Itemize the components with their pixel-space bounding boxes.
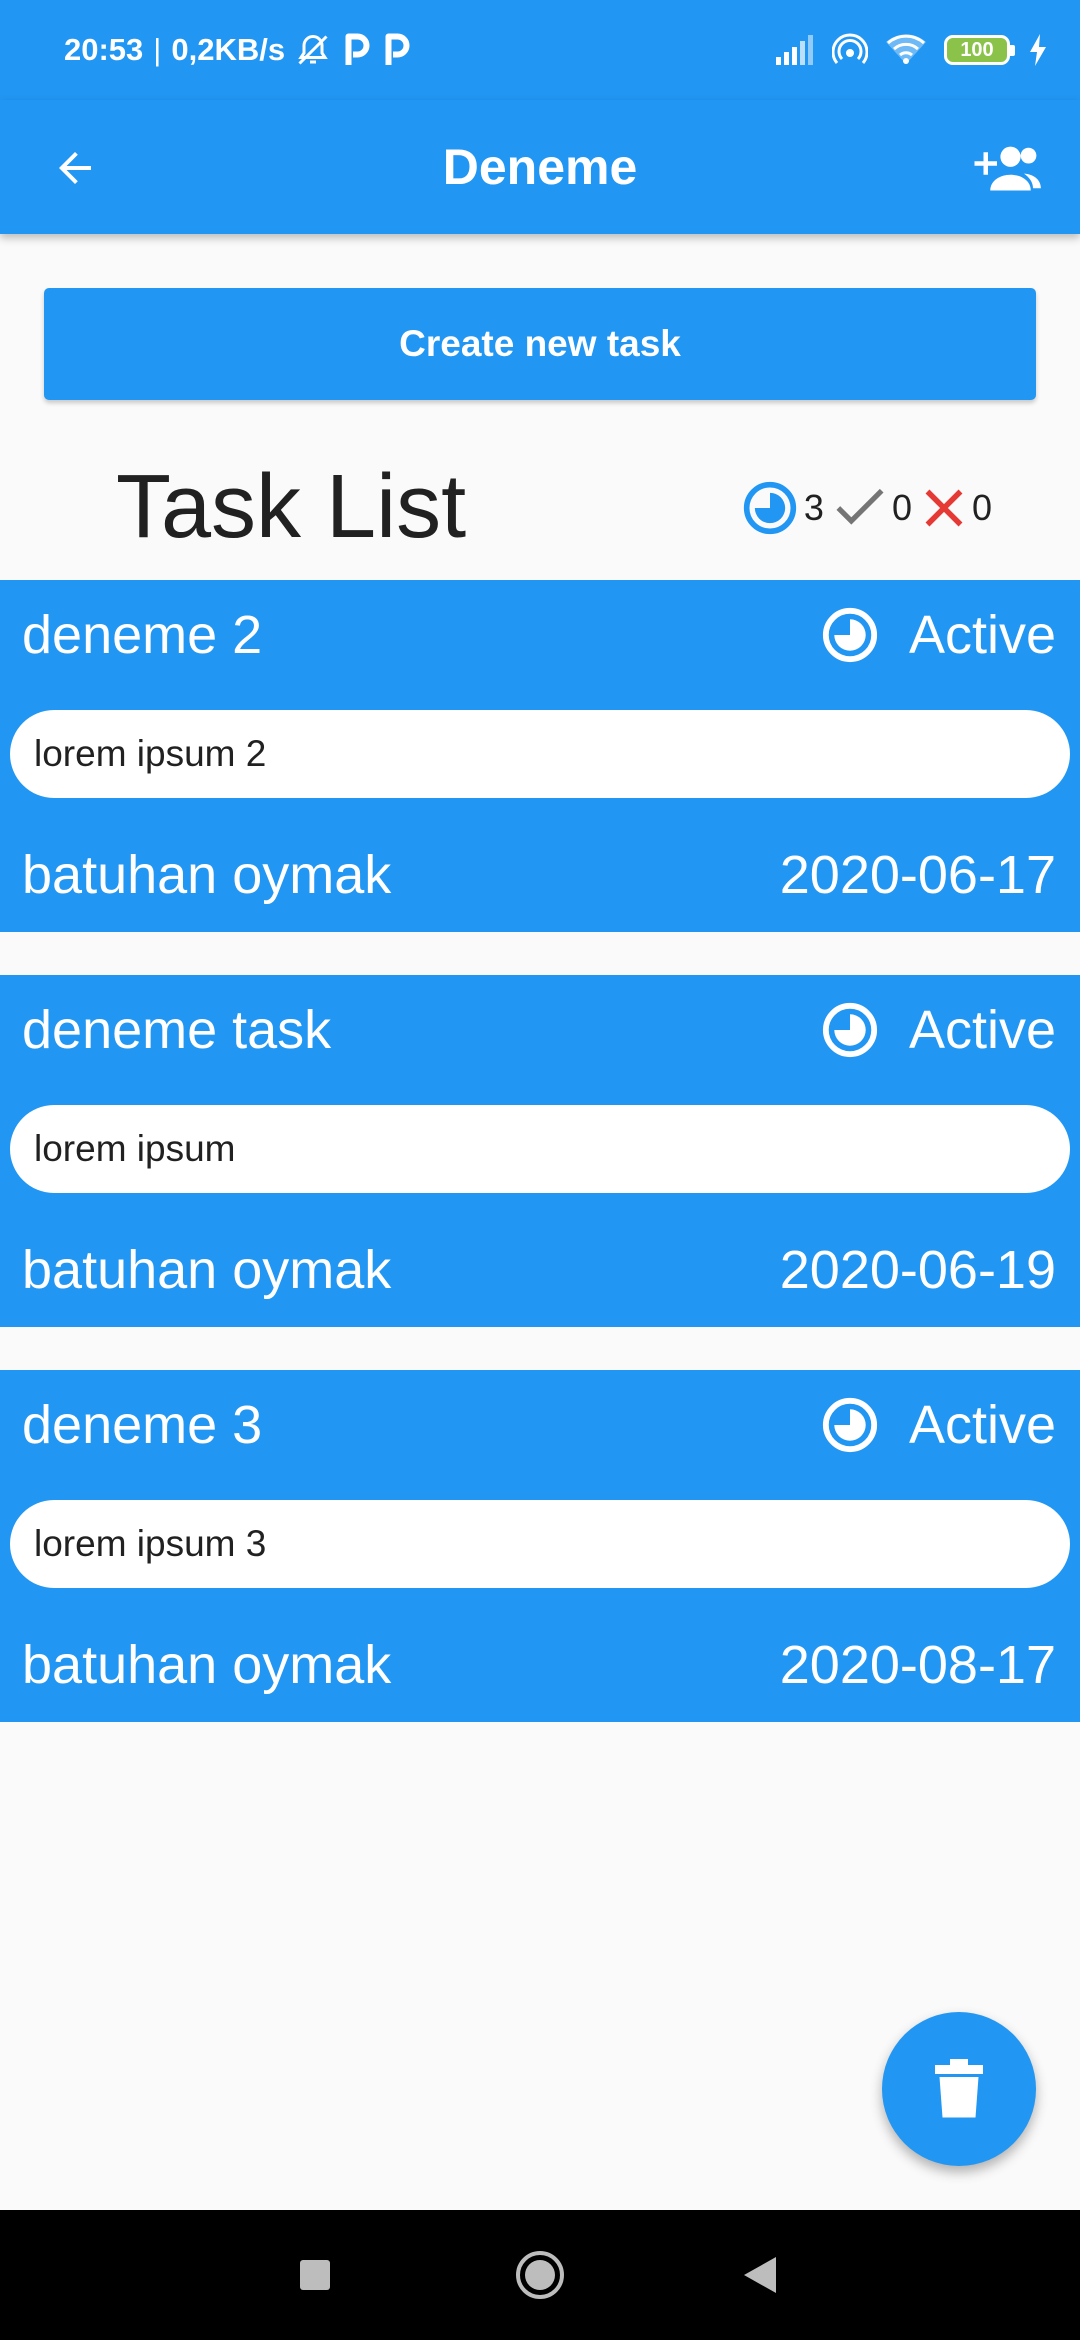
active-pie-icon — [742, 480, 798, 536]
recents-square-icon — [300, 2260, 330, 2290]
home-button[interactable] — [505, 2240, 575, 2310]
task-counts: 3 0 0 — [742, 476, 1002, 540]
task-title: deneme 2 — [22, 605, 263, 665]
arrow-left-icon — [59, 152, 91, 184]
hotspot-icon — [832, 33, 868, 67]
task-date: 2020-08-17 — [779, 1635, 1056, 1695]
task-owner: batuhan oymak — [22, 845, 392, 905]
clock-pie-icon — [822, 607, 878, 663]
p-notification-icon — [381, 32, 411, 68]
battery-icon: 100 — [944, 35, 1015, 65]
task-card[interactable]: deneme task Active lorem ipsum batuhan o… — [0, 975, 1080, 1327]
recents-button[interactable] — [280, 2240, 350, 2310]
task-title: deneme 3 — [22, 1395, 263, 1455]
net-speed: 0,2KB/s — [171, 32, 286, 67]
silent-bell-icon — [295, 32, 331, 68]
done-count: 0 — [891, 487, 912, 528]
task-status: Active — [821, 604, 1056, 666]
charging-icon — [1028, 34, 1048, 66]
task-status: Active — [821, 1394, 1056, 1456]
signal-icon — [774, 35, 814, 65]
task-status-label: Active — [908, 1395, 1056, 1455]
system-nav-bar — [0, 2210, 1080, 2340]
battery-level: 100 — [960, 38, 994, 61]
wifi-icon — [886, 34, 926, 66]
status-time: 20:53 — [64, 32, 144, 67]
back-button[interactable] — [40, 133, 110, 203]
task-description: lorem ipsum 3 — [10, 1500, 1070, 1588]
task-status-label: Active — [908, 1000, 1056, 1060]
task-date: 2020-06-19 — [779, 1240, 1056, 1300]
status-right: 100 — [774, 28, 1048, 72]
task-description: lorem ipsum 2 — [10, 710, 1070, 798]
back-triangle-icon — [744, 2257, 776, 2293]
task-title: deneme task — [22, 1000, 332, 1060]
p-notification-icon — [341, 32, 371, 68]
active-count: 3 — [803, 487, 824, 528]
clock-pie-icon — [822, 1397, 878, 1453]
home-circle-icon — [516, 2251, 564, 2299]
create-task-button[interactable]: Create new task — [44, 288, 1036, 400]
app-title: Deneme — [442, 139, 638, 195]
trash-icon — [935, 2059, 983, 2118]
task-description: lorem ipsum — [10, 1105, 1070, 1193]
clock-pie-icon — [822, 1002, 878, 1058]
task-status-label: Active — [908, 605, 1056, 665]
task-status: Active — [821, 999, 1056, 1061]
add-people-icon — [974, 146, 1041, 191]
delete-fab[interactable] — [882, 2012, 1036, 2166]
task-date: 2020-06-17 — [779, 845, 1056, 905]
task-owner: batuhan oymak — [22, 1635, 392, 1695]
task-card[interactable]: deneme 2 Active lorem ipsum 2 batuhan oy… — [0, 580, 1080, 932]
status-left: 20:53 | 0,2KB/s — [64, 28, 411, 72]
task-list-title: Task List — [116, 457, 467, 557]
app-bar: Deneme — [0, 100, 1080, 234]
check-icon — [834, 486, 886, 530]
add-member-button[interactable] — [966, 133, 1046, 203]
task-card[interactable]: deneme 3 Active lorem ipsum 3 batuhan oy… — [0, 1370, 1080, 1722]
cross-icon — [922, 486, 966, 530]
task-owner: batuhan oymak — [22, 1240, 392, 1300]
status-separator: | — [153, 32, 162, 67]
failed-count: 0 — [971, 487, 992, 528]
back-nav-button[interactable] — [725, 2240, 795, 2310]
status-bar: 20:53 | 0,2KB/s 100 — [0, 0, 1080, 100]
